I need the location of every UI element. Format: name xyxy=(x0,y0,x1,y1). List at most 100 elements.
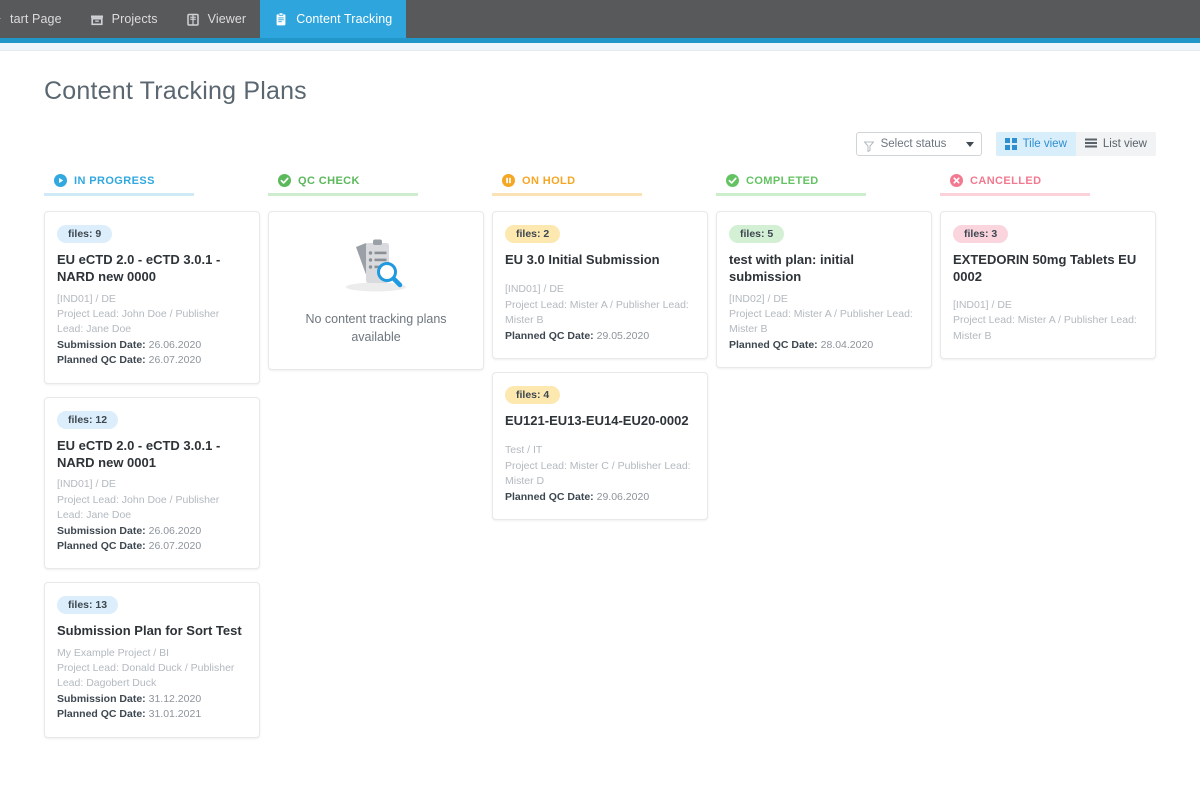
tab-label: Projects xyxy=(111,12,158,26)
tracking-plan-card[interactable]: files: 9 EU eCTD 2.0 - eCTD 3.0.1 - NARD … xyxy=(44,211,260,384)
list-view-label: List view xyxy=(1102,138,1147,150)
list-view-button[interactable]: List view xyxy=(1075,132,1156,156)
clipboard-icon xyxy=(274,11,288,27)
card-leads: Project Lead: John Doe / Publisher Lead:… xyxy=(57,307,220,336)
files-count-badge: files: 3 xyxy=(953,225,1009,243)
tab-label: Content Tracking xyxy=(296,12,393,26)
card-title: EU121-EU13-EU14-EU20-0002 xyxy=(505,413,689,428)
files-count-badge: files: 12 xyxy=(57,410,119,429)
card-date-value: 29.06.2020 xyxy=(593,490,650,503)
card-date-row: Planned QC Date: 31.01.2021 xyxy=(57,707,247,722)
card-leads: Project Lead: Mister A / Publisher Lead:… xyxy=(729,307,913,336)
board-column-on-hold: ON HOLD files: 2 EU 3.0 Initial Submission… xyxy=(492,174,708,738)
card-date-label: Planned QC Date: xyxy=(505,490,594,503)
card-date-label: Planned QC Date: xyxy=(57,354,146,367)
times-circle-icon xyxy=(950,174,963,187)
column-header: CANCELLED xyxy=(940,174,1090,196)
card-meta: My Example Project / BI Project Lead: Don… xyxy=(57,646,247,723)
card-date-label: Planned QC Date: xyxy=(505,329,594,342)
card-title: EU eCTD 2.0 - eCTD 3.0.1 - NARD new 0001 xyxy=(57,437,221,470)
card-date-row: Planned QC Date: 28.04.2020 xyxy=(729,338,919,353)
column-status-label: COMPLETED xyxy=(746,174,819,187)
status-filter-select[interactable]: Select status xyxy=(855,132,982,156)
card-date-label: Planned QC Date: xyxy=(57,539,146,552)
view-mode-toggle: Tile view List view xyxy=(995,132,1156,156)
tracking-plan-card[interactable]: files: 4 EU121-EU13-EU14-EU20-0002 Test / … xyxy=(492,372,708,520)
pause-circle-icon xyxy=(502,174,515,187)
tab-projects[interactable]: Projects xyxy=(76,0,172,38)
card-date-row: Planned QC Date: 29.06.2020 xyxy=(505,490,695,505)
empty-state-message: No content tracking plans available xyxy=(305,312,447,344)
empty-state-card: No content tracking plans available xyxy=(268,211,484,370)
tracking-plan-card[interactable]: files: 5 test with plan: initial submissi… xyxy=(716,211,932,369)
card-date-label: Submission Date: xyxy=(57,338,146,351)
column-card-list: files: 3 EXTEDORIN 50mg Tablets EU 0002 [I… xyxy=(940,196,1156,359)
board-column-completed: COMPLETED files: 5 test with plan: initial… xyxy=(716,174,932,738)
card-leads: Project Lead: Donald Duck / Publisher Le… xyxy=(57,662,235,690)
tile-view-button[interactable]: Tile view xyxy=(995,132,1076,156)
funnel-icon xyxy=(862,139,875,152)
card-date-row: Planned QC Date: 26.07.2020 xyxy=(57,353,247,368)
card-date-value: 29.05.2020 xyxy=(593,329,650,342)
column-header: IN PROGRESS xyxy=(44,174,194,196)
tile-view-label: Tile view xyxy=(1022,138,1067,150)
card-leads: Project Lead: Mister C / Publisher Lead:… xyxy=(505,459,691,488)
play-circle-icon xyxy=(54,174,67,187)
column-status-label: IN PROGRESS xyxy=(74,174,155,187)
tab-viewer[interactable]: Viewer xyxy=(172,0,261,38)
check-circle-icon xyxy=(278,174,291,187)
card-date-row: Planned QC Date: 26.07.2020 xyxy=(57,539,247,554)
board-column-qc-check: QC CHECK No content tracking plans availa… xyxy=(268,174,484,738)
files-count-badge: files: 5 xyxy=(729,225,785,243)
list-icon xyxy=(1084,138,1097,150)
files-count-badge: files: 4 xyxy=(505,386,561,404)
content-top-shade xyxy=(0,43,1200,51)
board-column-cancelled: CANCELLED files: 3 EXTEDORIN 50mg Tablets … xyxy=(940,174,1156,738)
card-project: My Example Project / BI xyxy=(57,646,170,659)
card-date-value: 26.07.2020 xyxy=(145,539,202,552)
card-meta: [IND02] / DE Project Lead: Mister A / Pub… xyxy=(729,292,919,354)
status-filter-label: Select status xyxy=(880,138,947,150)
tracking-plan-card[interactable]: files: 13 Submission Plan for Sort Test My… xyxy=(44,582,260,738)
column-header: QC CHECK xyxy=(268,174,418,196)
files-count-badge: files: 2 xyxy=(505,225,561,243)
card-date-value: 26.06.2020 xyxy=(145,338,202,351)
card-meta: [IND01] / DE Project Lead: Mister A / Pub… xyxy=(505,282,695,344)
grid-icon xyxy=(1004,138,1017,150)
card-project: [IND01] / DE xyxy=(953,298,1012,311)
column-status-label: CANCELLED xyxy=(970,174,1042,187)
tracking-plan-card[interactable]: files: 2 EU 3.0 Initial Submission [IND01]… xyxy=(492,211,708,359)
clipboard-search-icon xyxy=(339,234,413,301)
tracking-board: IN PROGRESS files: 9 EU eCTD 2.0 - eCTD 3.… xyxy=(44,174,1156,738)
main-tab-bar: tart Page Projects Viewer Content Tracking xyxy=(0,0,1200,38)
board-column-in-progress: IN PROGRESS files: 9 EU eCTD 2.0 - eCTD 3.… xyxy=(44,174,260,738)
home-icon xyxy=(0,12,2,27)
page-title: Content Tracking Plans xyxy=(44,77,307,105)
card-title: EU eCTD 2.0 - eCTD 3.0.1 - NARD new 0000 xyxy=(57,252,221,285)
card-project: [IND01] / DE xyxy=(57,292,116,305)
card-title: EXTEDORIN 50mg Tablets EU 0002 xyxy=(953,252,1137,285)
card-project: Test / IT xyxy=(505,444,543,457)
card-meta: Test / IT Project Lead: Mister C / Publis… xyxy=(505,443,695,505)
card-meta: [IND01] / DE Project Lead: Mister A / Pub… xyxy=(953,298,1143,344)
card-date-label: Planned QC Date: xyxy=(57,708,146,721)
tracking-plan-card[interactable]: files: 3 EXTEDORIN 50mg Tablets EU 0002 [I… xyxy=(940,211,1156,359)
column-card-list: files: 5 test with plan: initial submissi… xyxy=(716,196,932,369)
column-status-label: QC CHECK xyxy=(298,174,360,187)
page-content: Content Tracking Plans Select status Til… xyxy=(0,77,1200,738)
card-date-label: Submission Date: xyxy=(57,692,146,705)
card-leads: Project Lead: Mister A / Publisher Lead:… xyxy=(505,298,689,327)
tab-label: tart Page xyxy=(10,12,62,26)
card-date-row: Submission Date: 31.12.2020 xyxy=(57,692,247,707)
check-circle-icon xyxy=(726,174,739,187)
card-date-label: Submission Date: xyxy=(57,524,146,537)
tab-tart-page[interactable]: tart Page xyxy=(0,0,76,38)
tracking-plan-card[interactable]: files: 12 EU eCTD 2.0 - eCTD 3.0.1 - NARD… xyxy=(44,396,260,570)
card-leads: Project Lead: John Doe / Publisher Lead:… xyxy=(57,493,220,522)
book-icon xyxy=(186,12,200,27)
card-date-value: 31.01.2021 xyxy=(145,708,202,721)
card-leads: Project Lead: Mister A / Publisher Lead:… xyxy=(953,314,1137,342)
card-meta: [IND01] / DE Project Lead: John Doe / Pub… xyxy=(57,477,247,554)
files-count-badge: files: 9 xyxy=(57,225,113,243)
tab-content-tracking[interactable]: Content Tracking xyxy=(260,0,407,38)
